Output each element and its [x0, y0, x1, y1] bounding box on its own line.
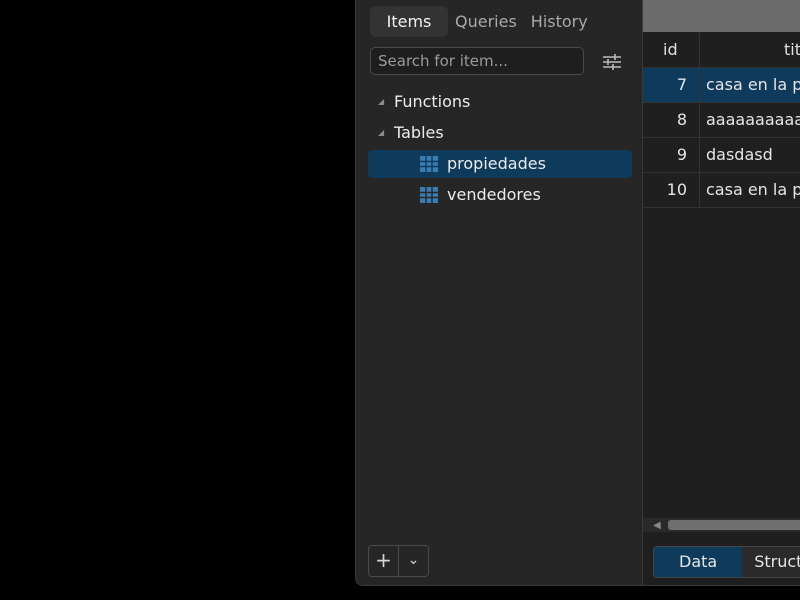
tab-queries[interactable]: Queries — [448, 6, 524, 37]
column-header-titulo[interactable]: titulo — [699, 33, 800, 67]
cell-id[interactable]: 7 — [643, 68, 693, 102]
tree-group-tables[interactable]: ◢ Tables — [356, 119, 642, 147]
table-icon — [420, 156, 438, 172]
search-input[interactable]: Search for item... — [370, 47, 584, 75]
tab-history[interactable]: History — [524, 6, 595, 37]
view-tabs: Data Structure — [653, 546, 800, 578]
cell-titulo[interactable]: casa en la playa — [699, 173, 800, 207]
cell-id[interactable]: 9 — [643, 138, 693, 172]
tab-structure[interactable]: Structure — [742, 547, 800, 577]
sidebar-tabs: Items Queries History — [370, 6, 595, 37]
grid-header-row: id titulo — [643, 33, 800, 68]
table-row[interactable]: 10 casa en la playa — [643, 173, 800, 208]
caret-expanded-icon[interactable]: ◢ — [378, 119, 384, 147]
tree-item-label: propiedades — [447, 154, 546, 173]
cell-titulo[interactable]: aaaaaaaaaaaa — [699, 103, 800, 137]
filter-settings-icon[interactable] — [602, 53, 622, 71]
tree-item-label: vendedores — [447, 185, 541, 204]
table-icon — [420, 187, 438, 203]
cell-titulo[interactable]: casa en la playa — [699, 68, 800, 102]
column-header-id[interactable]: id — [643, 33, 693, 67]
tree-group-label: Tables — [394, 123, 444, 142]
data-grid: id titulo 7 casa en la playa 8 aaaaaaaaa… — [643, 33, 800, 208]
scroll-left-icon[interactable]: ◀ — [653, 520, 661, 531]
add-button[interactable]: + — [369, 546, 398, 576]
caret-collapsed-icon[interactable]: ◢ — [378, 88, 384, 116]
cell-id[interactable]: 8 — [643, 103, 693, 137]
table-row[interactable]: 7 casa en la playa — [643, 68, 800, 103]
tree-group-functions[interactable]: ◢ Functions — [356, 88, 642, 116]
table-row[interactable]: 9 dasdasd — [643, 138, 800, 173]
object-tree: ◢ Functions ◢ Tables propiedades vendedo… — [356, 88, 642, 212]
toolbar-strip — [643, 0, 800, 32]
tab-data[interactable]: Data — [654, 547, 743, 577]
tab-items[interactable]: Items — [370, 6, 448, 37]
tree-group-label: Functions — [394, 92, 471, 111]
app-window: Items Queries History Search for item...… — [355, 0, 800, 586]
data-panel: id titulo 7 casa en la playa 8 aaaaaaaaa… — [643, 0, 800, 585]
tree-item-vendedores[interactable]: vendedores — [356, 181, 642, 209]
tree-item-propiedades[interactable]: propiedades — [368, 150, 632, 178]
scrollbar-thumb[interactable] — [668, 520, 800, 530]
cell-id[interactable]: 10 — [643, 173, 693, 207]
sidebar: Items Queries History Search for item...… — [356, 0, 643, 585]
cell-titulo[interactable]: dasdasd — [699, 138, 800, 172]
sidebar-bottom-actions: + ⌄ — [368, 545, 429, 577]
horizontal-scrollbar[interactable]: ◀ — [643, 518, 800, 532]
chevron-down-icon[interactable]: ⌄ — [398, 546, 428, 576]
table-row[interactable]: 8 aaaaaaaaaaaa — [643, 103, 800, 138]
